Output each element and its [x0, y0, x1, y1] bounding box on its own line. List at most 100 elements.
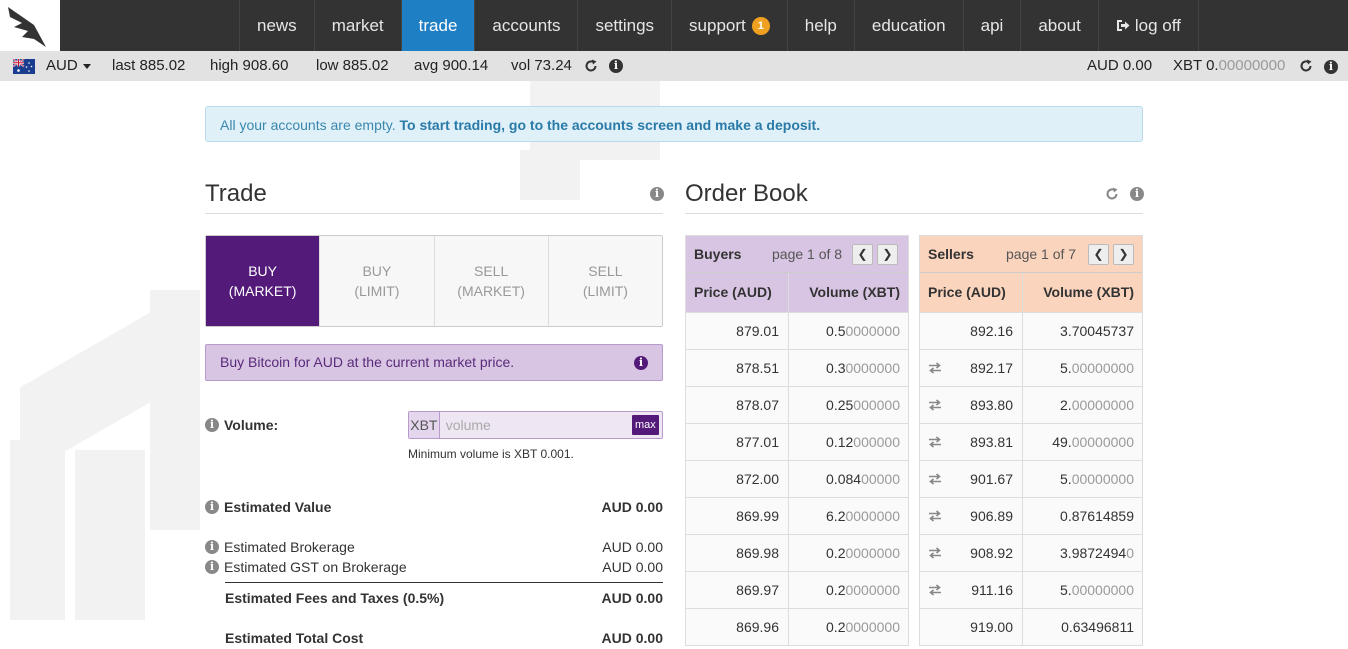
brokerage-label: Estimated Brokerage — [224, 539, 355, 555]
nav-help[interactable]: help — [786, 0, 854, 51]
logo[interactable] — [0, 0, 60, 51]
buyers-next-page-button[interactable]: ❯ — [877, 244, 898, 265]
transfer-icon — [929, 399, 941, 411]
fees-value: AUD 0.00 — [601, 590, 663, 606]
order-volume-trailing-zeros: 0000000 — [845, 582, 900, 598]
order-volume-cell: 49.00000000 — [1023, 424, 1142, 460]
nav-education[interactable]: education — [853, 0, 963, 51]
order-volume-cell: 6.20000000 — [789, 498, 908, 534]
sellers-volume-header: Volume (XBT) — [1043, 284, 1134, 300]
order-price: 879.01 — [736, 323, 779, 339]
sellers-price-header: Price (AUD) — [920, 273, 1023, 312]
buyers-prev-page-button[interactable]: ❮ — [852, 244, 873, 265]
tab-buy-market[interactable]: BUY (MARKET) — [206, 236, 320, 326]
order-price-cell: 893.81 — [920, 424, 1023, 460]
nav-trade[interactable]: trade — [400, 0, 475, 51]
buyers-order-row[interactable]: 869.99 6.20000000 — [686, 497, 908, 534]
description-info-icon[interactable]: i — [634, 356, 648, 370]
balance-refresh-icon[interactable] — [1299, 59, 1313, 73]
volume-currency-prefix: XBT — [409, 412, 440, 438]
wing-logo-icon — [8, 7, 46, 47]
order-volume-cell: 5.00000000 — [1023, 350, 1142, 386]
order-volume: 0.2 — [826, 582, 846, 598]
ticker-bar: AUD last 885.02 high 908.60 low 885.02 a… — [0, 51, 1348, 81]
buyers-order-row[interactable]: 869.96 0.20000000 — [686, 608, 908, 645]
order-volume-trailing-zeros: 0 — [1126, 545, 1134, 561]
tab-label-line1: BUY — [248, 263, 278, 279]
estimated-value-info-icon[interactable]: i — [205, 500, 219, 514]
sellers-order-row[interactable]: 906.89 0.87614859 — [920, 497, 1142, 534]
tab-sell-market[interactable]: SELL (MARKET) — [433, 236, 548, 326]
order-price-cell: 869.96 — [686, 609, 789, 645]
trade-type-tabs: BUY (MARKET) BUY (LIMIT) SELL (MARKET) SELL (LI… — [205, 235, 663, 327]
alert-deposit-link[interactable]: To start trading, go to the accounts scr… — [400, 117, 821, 133]
order-price-cell: 877.01 — [686, 424, 789, 460]
nav-log-off[interactable]: log off — [1097, 0, 1199, 51]
order-volume-trailing-zeros: 00000 — [861, 471, 900, 487]
sellers-order-row[interactable]: 892.16 3.70045737 — [920, 312, 1142, 349]
buyers-order-row[interactable]: 869.97 0.20000000 — [686, 571, 908, 608]
trade-description: Buy Bitcoin for AUD at the current marke… — [205, 344, 663, 381]
buyers-order-row[interactable]: 879.01 0.50000000 — [686, 312, 908, 349]
nav-label: about — [1038, 16, 1081, 35]
order-price: 893.81 — [970, 434, 1013, 450]
info-icon[interactable]: i — [609, 59, 623, 73]
balance-xbt: XBT 0.00000000 — [1173, 57, 1285, 74]
nav-about[interactable]: about — [1020, 0, 1098, 51]
gst-info-icon[interactable]: i — [205, 560, 219, 574]
nav-label: help — [804, 16, 837, 35]
tab-sell-limit[interactable]: SELL (LIMIT) — [547, 236, 662, 326]
sellers-order-row[interactable]: 893.80 2.00000000 — [920, 386, 1142, 423]
order-volume-cell: 0.87614859 — [1023, 498, 1142, 534]
brokerage-value: AUD 0.00 — [602, 539, 663, 555]
volume-input[interactable] — [439, 412, 629, 438]
refresh-icon[interactable] — [584, 59, 598, 73]
sellers-order-row[interactable]: 893.81 49.00000000 — [920, 423, 1142, 460]
sellers-next-page-button[interactable]: ❯ — [1113, 244, 1134, 265]
nav-settings[interactable]: settings — [577, 0, 671, 51]
trade-info-icon[interactable]: i — [650, 187, 664, 201]
buyers-order-row[interactable]: 869.98 0.20000000 — [686, 534, 908, 571]
order-price: 869.96 — [736, 619, 779, 635]
max-button[interactable]: max — [631, 415, 659, 435]
buyers-order-row[interactable]: 872.00 0.08400000 — [686, 460, 908, 497]
order-volume-trailing-zeros: 0000000 — [845, 323, 900, 339]
buyers-volume-header: Volume (XBT) — [809, 284, 900, 300]
order-volume-trailing-zeros: 00000000 — [1071, 397, 1134, 413]
volume-info-icon[interactable]: i — [205, 418, 219, 432]
order-price-cell: 901.67 — [920, 461, 1023, 497]
tab-label-line1: BUY — [362, 263, 392, 279]
tab-buy-limit[interactable]: BUY (LIMIT) — [319, 236, 434, 326]
nav-market[interactable]: market — [313, 0, 401, 51]
order-volume: 5. — [1060, 582, 1072, 598]
nav-label: settings — [595, 16, 655, 35]
balance-info-icon[interactable]: i — [1324, 60, 1338, 74]
nav-accounts[interactable]: accounts — [474, 0, 577, 51]
sellers-prev-page-button[interactable]: ❮ — [1088, 244, 1109, 265]
nav-support[interactable]: support 1 — [671, 0, 787, 51]
nav-label: api — [980, 16, 1004, 35]
order-volume: 5. — [1060, 360, 1072, 376]
order-volume-trailing-zeros: 00000000 — [1071, 360, 1134, 376]
sellers-order-row[interactable]: 908.92 3.98724940 — [920, 534, 1142, 571]
ticker-last: last 885.02 — [112, 57, 186, 74]
nav-label: market — [331, 16, 384, 35]
divider — [205, 213, 663, 214]
order-price-cell: 869.98 — [686, 535, 789, 571]
sellers-order-row[interactable]: 901.67 5.00000000 — [920, 460, 1142, 497]
nav-api[interactable]: api — [962, 0, 1021, 51]
sellers-order-row[interactable]: 911.16 5.00000000 — [920, 571, 1142, 608]
sellers-order-row[interactable]: 892.17 5.00000000 — [920, 349, 1142, 386]
balance-xbt-zeros: 00000000 — [1218, 57, 1286, 74]
currency-selector[interactable]: AUD — [46, 57, 91, 74]
buyers-order-row[interactable]: 878.07 0.25000000 — [686, 386, 908, 423]
buyers-order-row[interactable]: 878.51 0.30000000 — [686, 349, 908, 386]
empty-accounts-alert: All your accounts are empty. To start tr… — [205, 106, 1143, 142]
nav-news[interactable]: news — [239, 0, 314, 51]
order-book-refresh-icon[interactable] — [1105, 187, 1119, 201]
brokerage-info-icon[interactable]: i — [205, 540, 219, 554]
top-navigation: news market trade accounts settings support 1 h… — [0, 0, 1348, 51]
sellers-order-row[interactable]: 919.00 0.63496811 — [920, 608, 1142, 645]
order-book-info-icon[interactable]: i — [1130, 187, 1144, 201]
buyers-order-row[interactable]: 877.01 0.12000000 — [686, 423, 908, 460]
